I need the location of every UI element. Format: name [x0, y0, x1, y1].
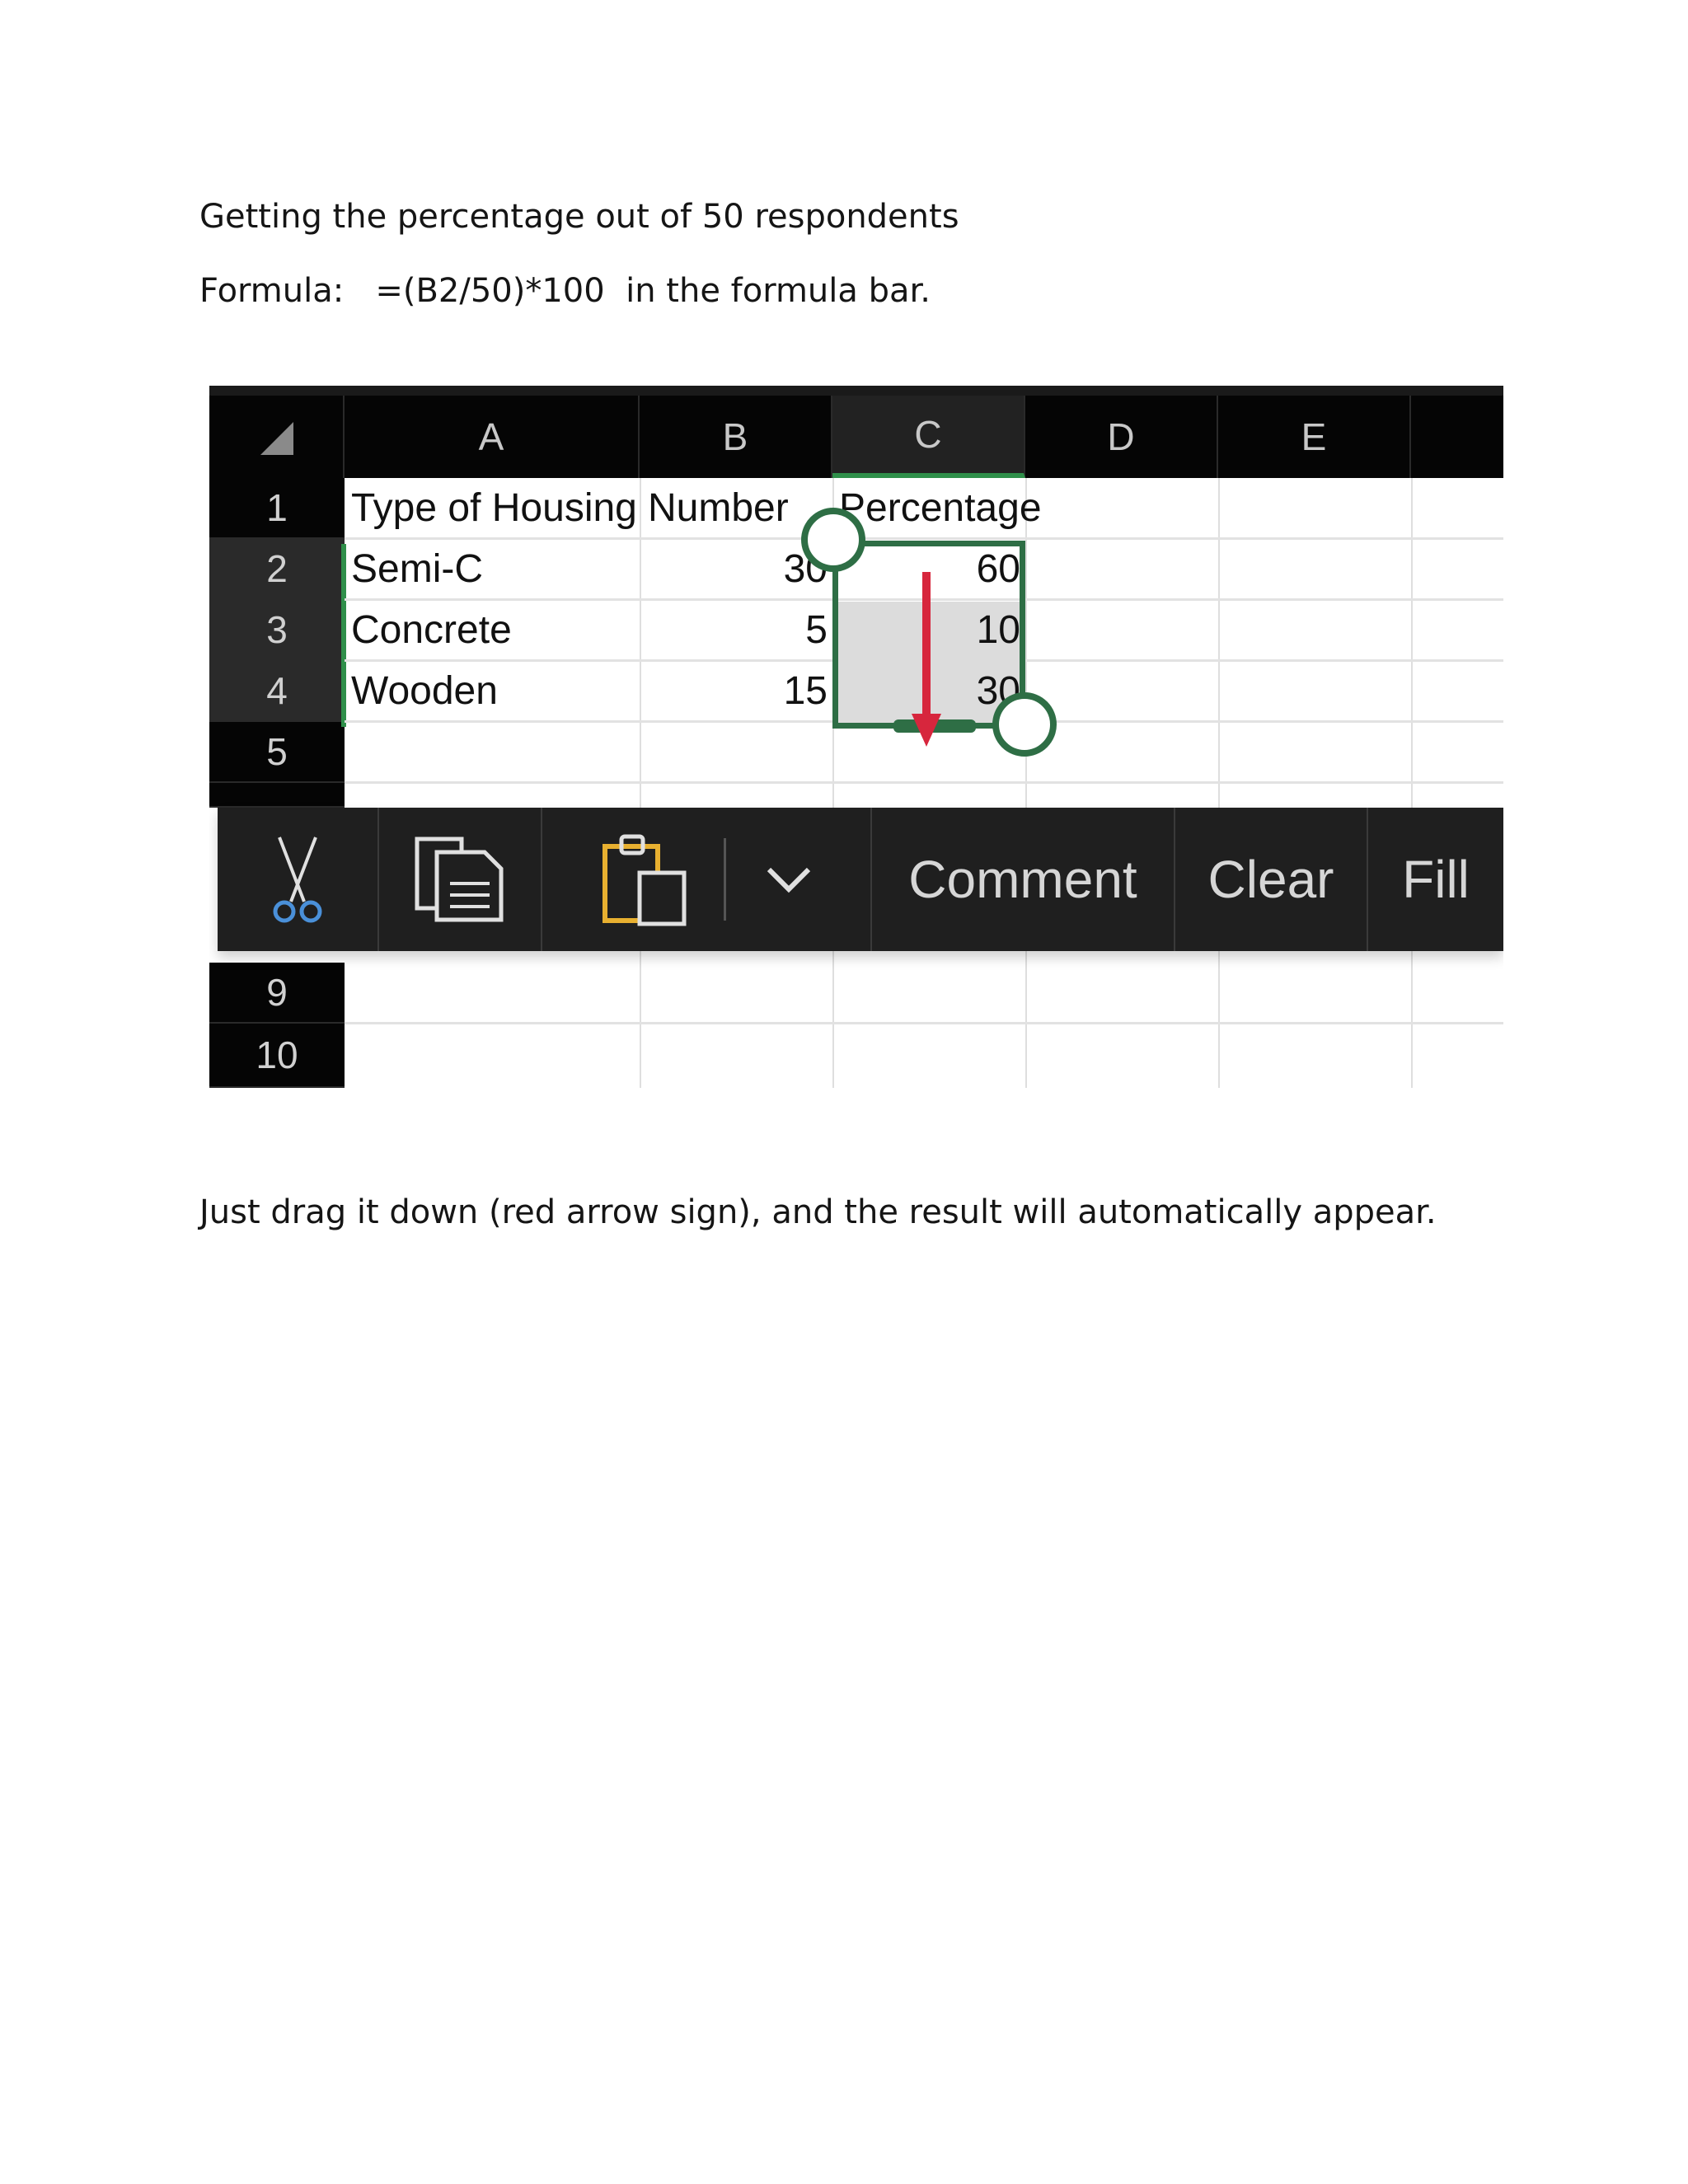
cell-b1[interactable]: Number [648, 478, 789, 539]
cell-b3[interactable]: 5 [646, 600, 828, 661]
comment-button[interactable]: Comment [872, 808, 1175, 951]
fill-label: Fill [1402, 850, 1470, 909]
select-all-triangle-icon [260, 422, 293, 455]
formula-text: Formula: =(B2/50)*100 in the formula bar… [199, 272, 931, 310]
select-all-corner[interactable] [209, 396, 345, 478]
grid-line [345, 1022, 1503, 1024]
row-header-3[interactable]: 3 [209, 600, 345, 661]
copy-icon [415, 837, 504, 922]
cell-a2[interactable]: Semi-C [351, 539, 483, 600]
selection-handle-top[interactable] [801, 508, 865, 572]
column-header-d[interactable]: D [1025, 396, 1218, 478]
instruction-text: Just drag it down (red arrow sign), and … [199, 1193, 1437, 1231]
sheet-top-edge [209, 386, 1503, 396]
paste-icon [602, 834, 686, 926]
grid-line [345, 781, 1503, 784]
spreadsheet-screenshot: A B C D E 1 2 3 4 5 9 10 Type of Housing… [209, 386, 1503, 1088]
column-header-a[interactable]: A [345, 396, 640, 478]
column-header-f[interactable] [1411, 396, 1503, 478]
scissors-icon [273, 837, 322, 923]
row-header-2[interactable]: 2 [209, 539, 345, 600]
toolbar-divider [723, 838, 726, 921]
clear-label: Clear [1207, 850, 1334, 909]
row-header-10[interactable]: 10 [209, 1024, 345, 1088]
cell-c1[interactable]: Percentage [839, 478, 1042, 539]
row-header-6[interactable] [209, 783, 345, 808]
context-toolbar: Comment Clear Fill [218, 808, 1503, 951]
paste-button[interactable] [542, 808, 872, 951]
fill-button[interactable]: Fill [1368, 808, 1503, 951]
row-header-5[interactable]: 5 [209, 722, 345, 783]
red-arrow-icon [912, 572, 941, 747]
clear-button[interactable]: Clear [1175, 808, 1368, 951]
column-header-c[interactable]: C [832, 396, 1025, 478]
column-header-b[interactable]: B [640, 396, 832, 478]
selection-handle-bottom[interactable] [992, 692, 1057, 757]
row-header-4[interactable]: 4 [209, 661, 345, 722]
column-header-e[interactable]: E [1218, 396, 1411, 478]
copy-button[interactable] [379, 808, 542, 951]
chevron-down-icon[interactable] [764, 863, 814, 896]
row-header-9[interactable]: 9 [209, 963, 345, 1024]
comment-label: Comment [908, 850, 1137, 909]
cell-a3[interactable]: Concrete [351, 600, 512, 661]
intro-text: Getting the percentage out of 50 respond… [199, 198, 959, 236]
cell-a4[interactable]: Wooden [351, 661, 498, 722]
cut-button[interactable] [218, 808, 379, 951]
cell-a1[interactable]: Type of Housing [351, 478, 637, 539]
cell-b4[interactable]: 15 [646, 661, 828, 722]
cell-b2[interactable]: 30 [646, 539, 828, 600]
row-header-1[interactable]: 1 [209, 478, 345, 539]
row-selection-indicator [341, 544, 346, 727]
